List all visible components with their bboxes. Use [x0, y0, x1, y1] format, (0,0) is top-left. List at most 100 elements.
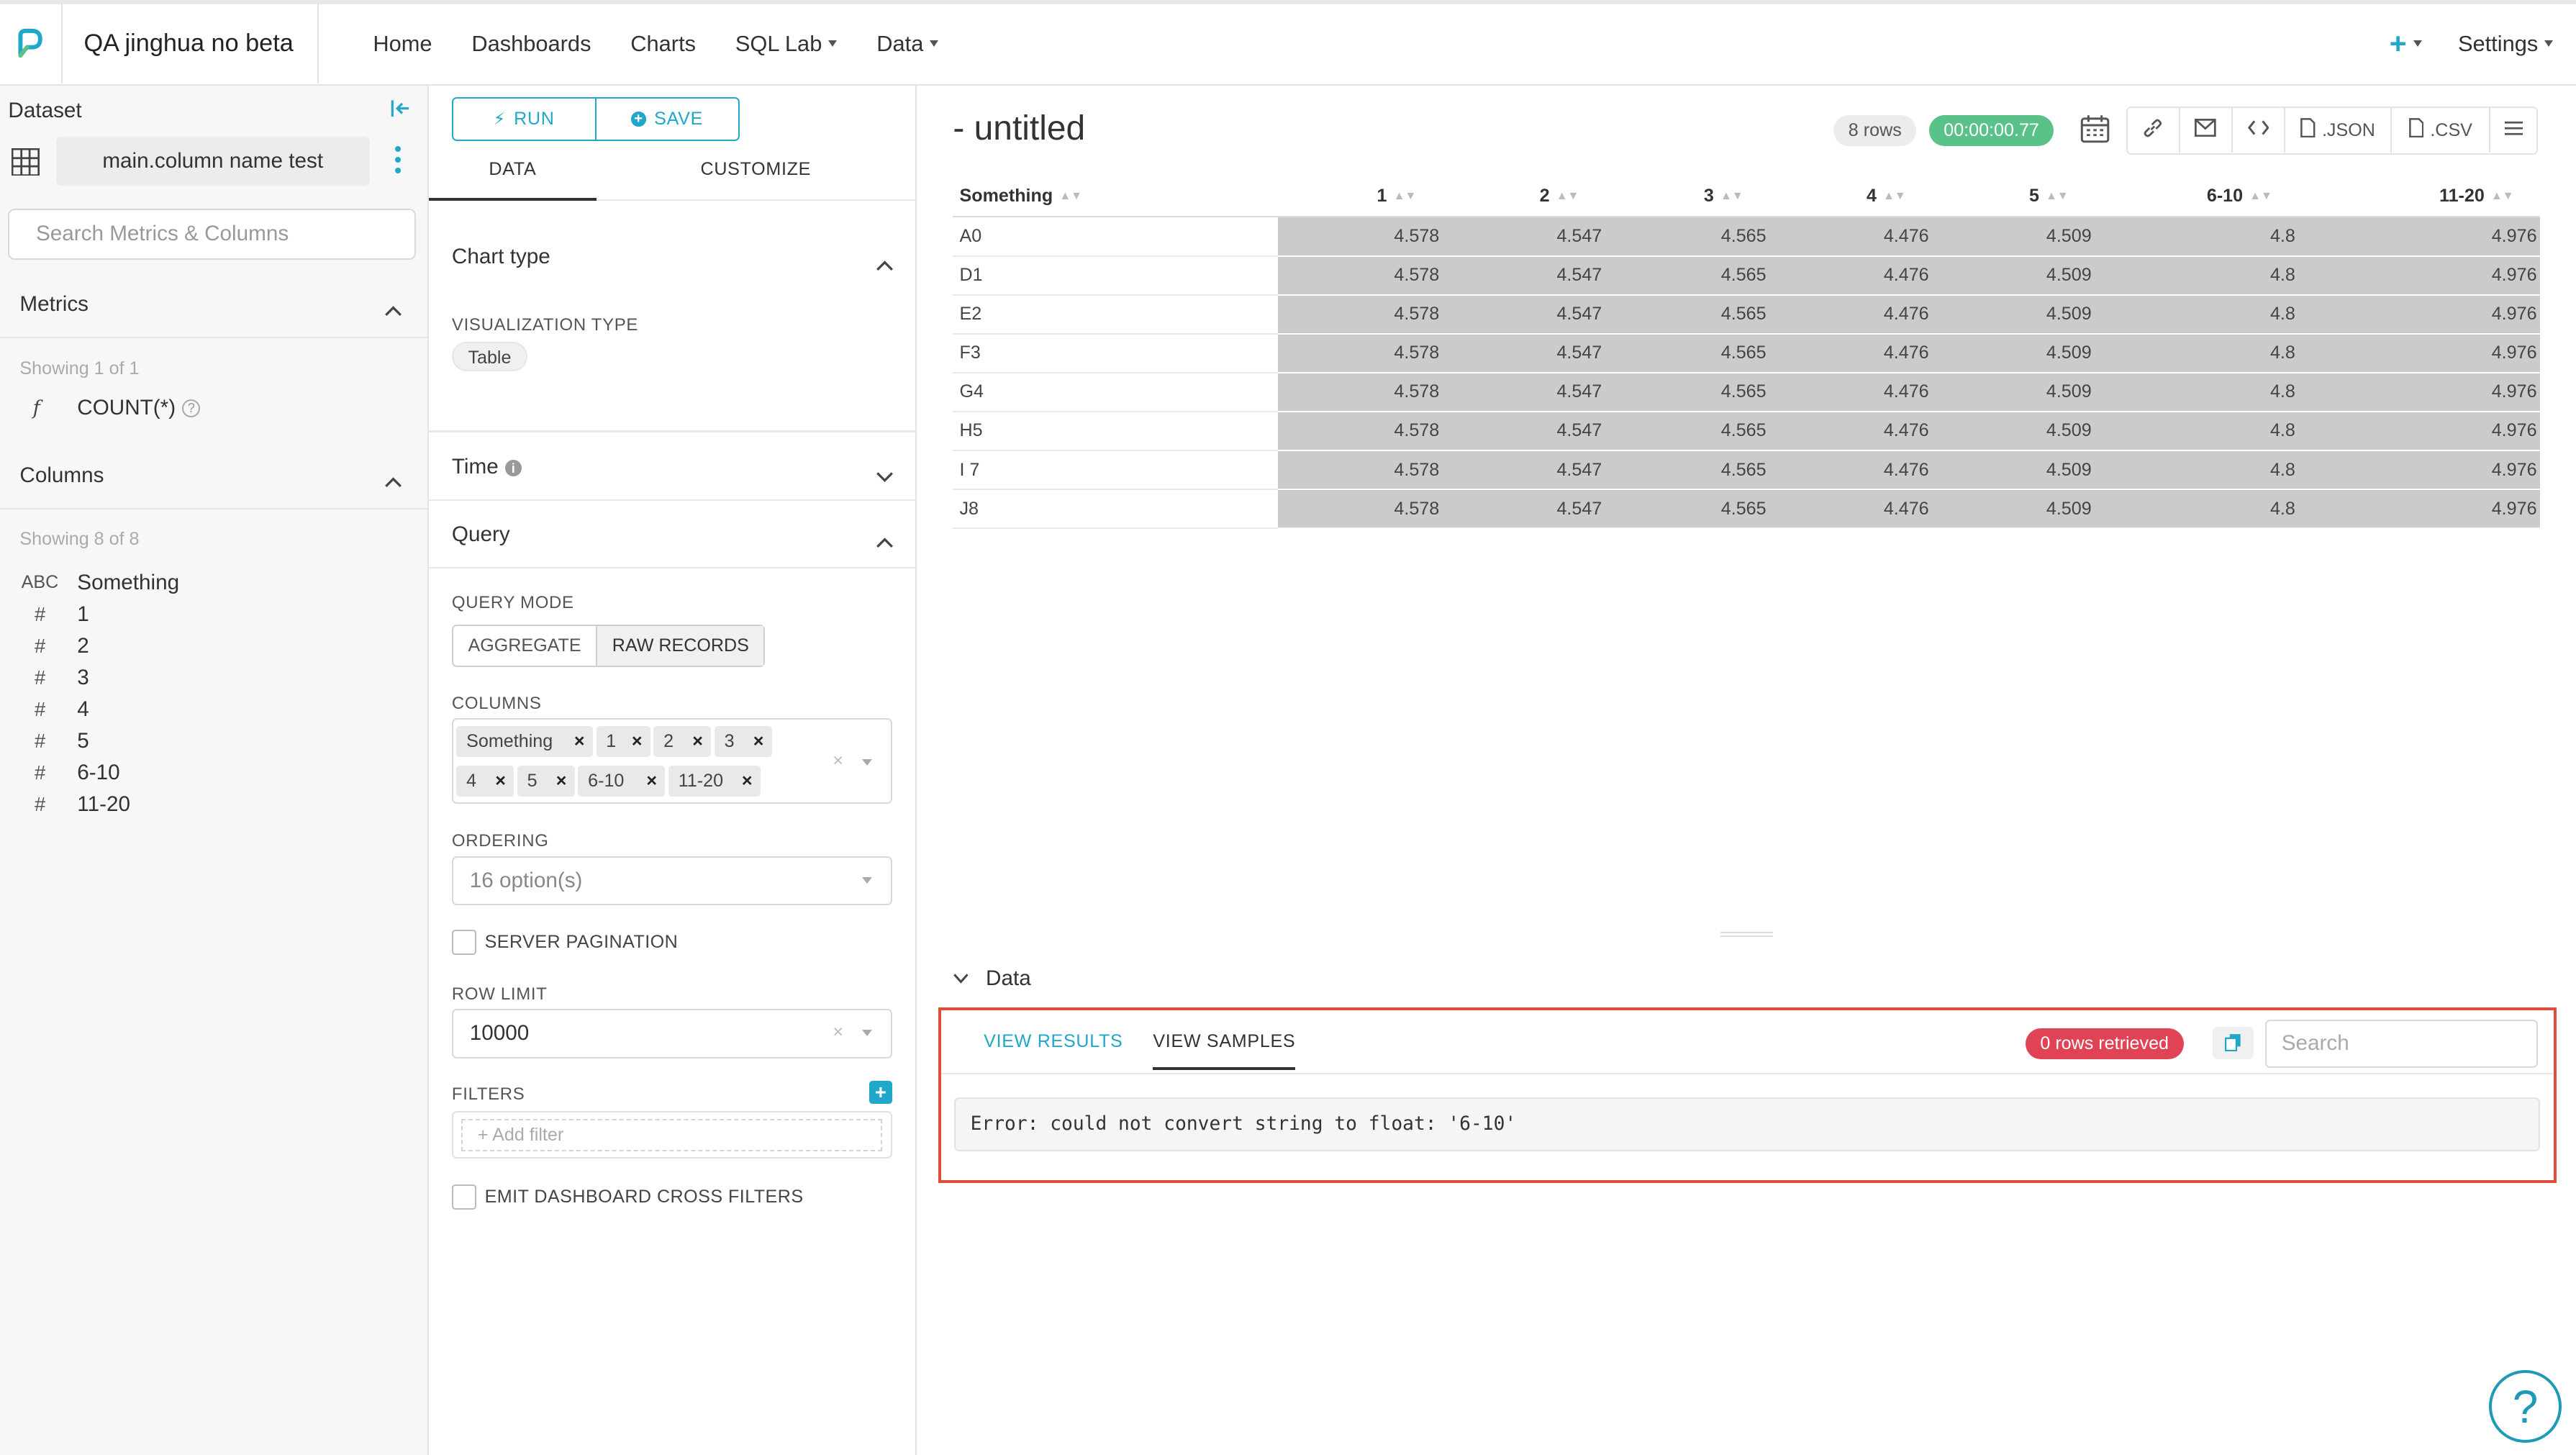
mode-aggregate-button[interactable]: AGGREGATE [453, 626, 596, 666]
column-tag[interactable]: 5 × [517, 765, 575, 797]
tab-view-results[interactable]: VIEW RESULTS [984, 1031, 1123, 1052]
tab-customize[interactable]: CUSTOMIZE [644, 148, 868, 201]
column-item[interactable]: #3 [19, 662, 179, 694]
metric-item[interactable]: f COUNT(*) ? [33, 396, 201, 420]
chevron-up-icon[interactable] [876, 248, 894, 278]
column-tag[interactable]: 4 × [456, 765, 514, 797]
column-header[interactable]: 3 ▲▼ [1605, 176, 1770, 218]
share-link-button[interactable] [2128, 108, 2180, 153]
sort-icon[interactable]: ▲▼ [1394, 190, 1417, 203]
metrics-section-title[interactable]: Metrics [19, 292, 89, 317]
query-section[interactable]: Query [452, 522, 510, 547]
emit-cross-filters-checkbox[interactable] [451, 1184, 477, 1210]
question-icon[interactable]: ? [182, 399, 201, 417]
column-header[interactable]: 4 ▲▼ [1769, 176, 1933, 218]
column-tag[interactable]: 1 × [596, 725, 650, 758]
chevron-down-icon[interactable] [876, 460, 894, 490]
sort-icon[interactable]: ▲▼ [1883, 190, 1906, 203]
remove-tag-icon[interactable]: × [556, 766, 567, 797]
chevron-up-icon[interactable] [384, 465, 402, 495]
calendar-icon[interactable] [2080, 114, 2110, 150]
embed-code-button[interactable] [2233, 108, 2285, 153]
column-item[interactable]: #6-10 [19, 757, 179, 789]
add-filter-plus-icon[interactable]: + [869, 1081, 892, 1105]
remove-tag-icon[interactable]: × [632, 726, 643, 757]
nav-data[interactable]: Data [876, 31, 939, 57]
brand-name[interactable]: QA jinghua no beta [63, 4, 319, 83]
save-button[interactable]: + SAVE [597, 99, 738, 140]
clear-icon[interactable]: × [833, 1022, 843, 1043]
sort-icon[interactable]: ▲▼ [1720, 190, 1743, 203]
remove-tag-icon[interactable]: × [692, 726, 703, 757]
columns-select[interactable]: Something × 1 × 2 × 3 × 4 × 5 × 6-10 × 11-20 × × [451, 717, 892, 804]
tab-view-samples[interactable]: VIEW SAMPLES [1153, 1031, 1296, 1070]
remove-tag-icon[interactable]: × [753, 726, 764, 757]
help-circle-icon[interactable]: ? [2489, 1370, 2562, 1443]
column-tag[interactable]: 11-20 × [668, 765, 761, 797]
collapse-panel-icon[interactable] [391, 99, 410, 124]
data-pane-toggle[interactable]: Data [953, 966, 1031, 991]
tab-data[interactable]: DATA [428, 148, 597, 201]
sort-icon[interactable]: ▲▼ [2491, 190, 2514, 203]
clear-icon[interactable]: × [833, 751, 843, 771]
column-item[interactable]: #5 [19, 725, 179, 757]
nav-sql-lab[interactable]: SQL Lab [735, 31, 838, 57]
column-item[interactable]: ABC Something [19, 567, 179, 599]
copy-button[interactable] [2213, 1026, 2254, 1060]
chart-title[interactable]: - untitled [953, 109, 1085, 148]
dropdown-arrow-icon[interactable] [862, 758, 873, 766]
column-item[interactable]: #1 [19, 599, 179, 630]
ordering-select[interactable]: 16 option(s) [451, 856, 892, 906]
column-tag[interactable]: 3 × [714, 725, 772, 758]
column-header[interactable]: 6-10 ▲▼ [2095, 176, 2299, 218]
column-header[interactable]: Something ▲▼ [953, 176, 1279, 218]
row-limit-select[interactable]: 10000 × [451, 1009, 892, 1059]
column-header[interactable]: 5 ▲▼ [1932, 176, 2095, 218]
chart-type-section[interactable]: Chart type [452, 245, 550, 269]
sort-icon[interactable]: ▲▼ [1059, 190, 1082, 203]
chevron-up-icon[interactable] [384, 294, 402, 325]
more-menu-button[interactable] [2490, 108, 2536, 153]
search-metrics-columns-input[interactable]: Search Metrics & Columns [8, 208, 416, 260]
dropdown-arrow-icon[interactable] [862, 877, 873, 884]
add-filter-button[interactable]: + Add filter [461, 1118, 883, 1152]
nav-home[interactable]: Home [373, 31, 432, 57]
add-filter-box[interactable]: + Add filter [451, 1110, 892, 1159]
new-menu-button[interactable]: + [2390, 27, 2422, 60]
column-item[interactable]: #11-20 [19, 789, 179, 820]
data-search-input[interactable]: Search [2265, 1020, 2539, 1068]
dropdown-arrow-icon[interactable] [862, 1030, 873, 1037]
dataset-name[interactable]: main.column name test [55, 136, 370, 186]
column-tag[interactable]: 2 × [653, 725, 712, 758]
column-header[interactable]: 11-20 ▲▼ [2298, 176, 2541, 218]
run-button[interactable]: ⚡︎ RUN [453, 98, 597, 140]
column-tag[interactable]: 6-10 × [578, 765, 666, 797]
column-item[interactable]: #4 [19, 694, 179, 725]
chevron-up-icon[interactable] [876, 526, 894, 556]
column-item[interactable]: #2 [19, 630, 179, 662]
viz-type-pill[interactable]: Table [451, 341, 528, 372]
remove-tag-icon[interactable]: × [495, 766, 506, 797]
remove-tag-icon[interactable]: × [646, 766, 657, 797]
sort-icon[interactable]: ▲▼ [2249, 190, 2272, 203]
settings-menu[interactable]: Settings [2458, 31, 2554, 57]
dataset-menu-icon[interactable] [393, 146, 403, 173]
remove-tag-icon[interactable]: × [742, 766, 753, 797]
email-button[interactable] [2180, 108, 2233, 153]
info-icon[interactable]: i [504, 460, 522, 477]
export-csv-button[interactable]: .CSV [2392, 108, 2491, 153]
column-header[interactable]: 2 ▲▼ [1442, 176, 1605, 218]
server-pagination-checkbox[interactable] [451, 930, 477, 955]
columns-section-title[interactable]: Columns [19, 463, 104, 488]
resize-handle[interactable] [1720, 931, 1773, 937]
export-json-button[interactable]: .JSON [2285, 108, 2393, 153]
sort-icon[interactable]: ▲▼ [1556, 190, 1579, 203]
sort-icon[interactable]: ▲▼ [2046, 190, 2069, 203]
remove-tag-icon[interactable]: × [574, 726, 585, 757]
time-section[interactable]: Time i [452, 455, 522, 479]
superset-logo-icon[interactable] [0, 4, 63, 83]
column-header[interactable]: 1 ▲▼ [1278, 176, 1443, 218]
column-tag[interactable]: Something × [456, 725, 593, 758]
nav-charts[interactable]: Charts [630, 31, 696, 57]
nav-dashboards[interactable]: Dashboards [471, 31, 591, 57]
